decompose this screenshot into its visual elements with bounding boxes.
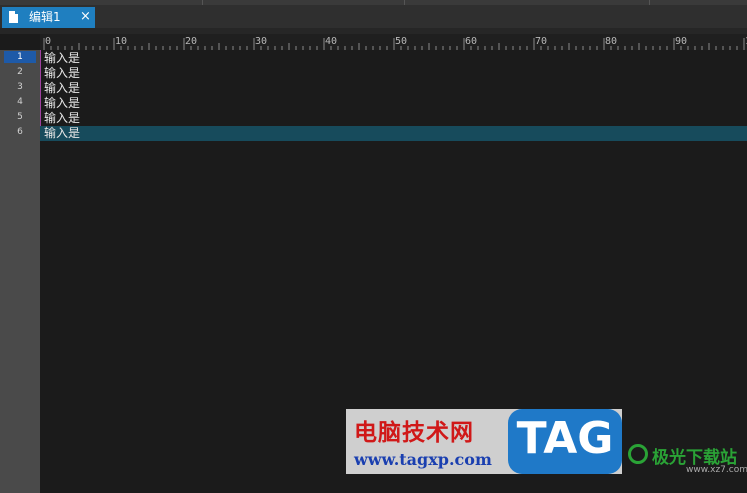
watermark-chinese-text: 电脑技术网: [354, 420, 474, 446]
editor-line[interactable]: 输入是: [40, 51, 747, 66]
tag-logo-text: TAG: [516, 413, 614, 464]
tag-logo: TAG: [508, 409, 622, 474]
ruler-label: 10: [115, 36, 127, 47]
brand-logo: 极光下载站 www.xz7.com: [622, 440, 747, 475]
ruler-label: 80: [605, 36, 617, 47]
brand-site: www.xz7.com: [686, 465, 747, 475]
editor-line[interactable]: 输入是: [40, 111, 747, 126]
ruler-label: 20: [185, 36, 197, 47]
aurora-logo-icon: [628, 444, 648, 464]
ruler-label: 90: [675, 36, 687, 47]
line-number-text: 5: [17, 112, 23, 122]
tab-label: 编辑1: [29, 10, 61, 24]
watermark-banner: 电脑技术网 www.tagxp.com TAG: [346, 409, 622, 474]
line-number[interactable]: 4: [0, 95, 40, 110]
editor-line[interactable]: 输入是: [40, 81, 747, 96]
ruler-label: 70: [535, 36, 547, 47]
line-number-text: 2: [17, 67, 23, 77]
editor-line-current[interactable]: 输入是: [40, 126, 747, 141]
line-number-text: 3: [17, 82, 23, 92]
editor-line[interactable]: 输入是: [40, 66, 747, 81]
line-number-text: 4: [17, 97, 23, 107]
line-number[interactable]: 5: [0, 110, 40, 125]
line-number[interactable]: 2: [0, 65, 40, 80]
ruler-ticks: 010203040506070809010: [43, 36, 747, 50]
document-icon: [9, 11, 18, 23]
line-number-text: 6: [17, 127, 23, 137]
watermark-url: www.tagxp.com: [354, 450, 492, 469]
ruler-label: 30: [255, 36, 267, 47]
line-number-text: 1: [4, 51, 36, 63]
ruler-label: 0: [45, 36, 51, 47]
ruler-label: 50: [395, 36, 407, 47]
line-number-gutter[interactable]: 1 2 3 4 5 6: [0, 50, 40, 493]
ruler-label: 60: [465, 36, 477, 47]
tab-editor-1[interactable]: 编辑1 ×: [2, 7, 95, 28]
close-icon[interactable]: ×: [80, 9, 91, 25]
gutter-header: [0, 34, 40, 50]
line-number[interactable]: 1: [0, 50, 40, 65]
line-number[interactable]: 3: [0, 80, 40, 95]
editor-line[interactable]: 输入是: [40, 96, 747, 111]
ruler-label: 40: [325, 36, 337, 47]
line-number[interactable]: 6: [0, 125, 40, 140]
column-ruler: 010203040506070809010: [40, 34, 747, 50]
tab-bar: 编辑1 ×: [0, 5, 747, 28]
